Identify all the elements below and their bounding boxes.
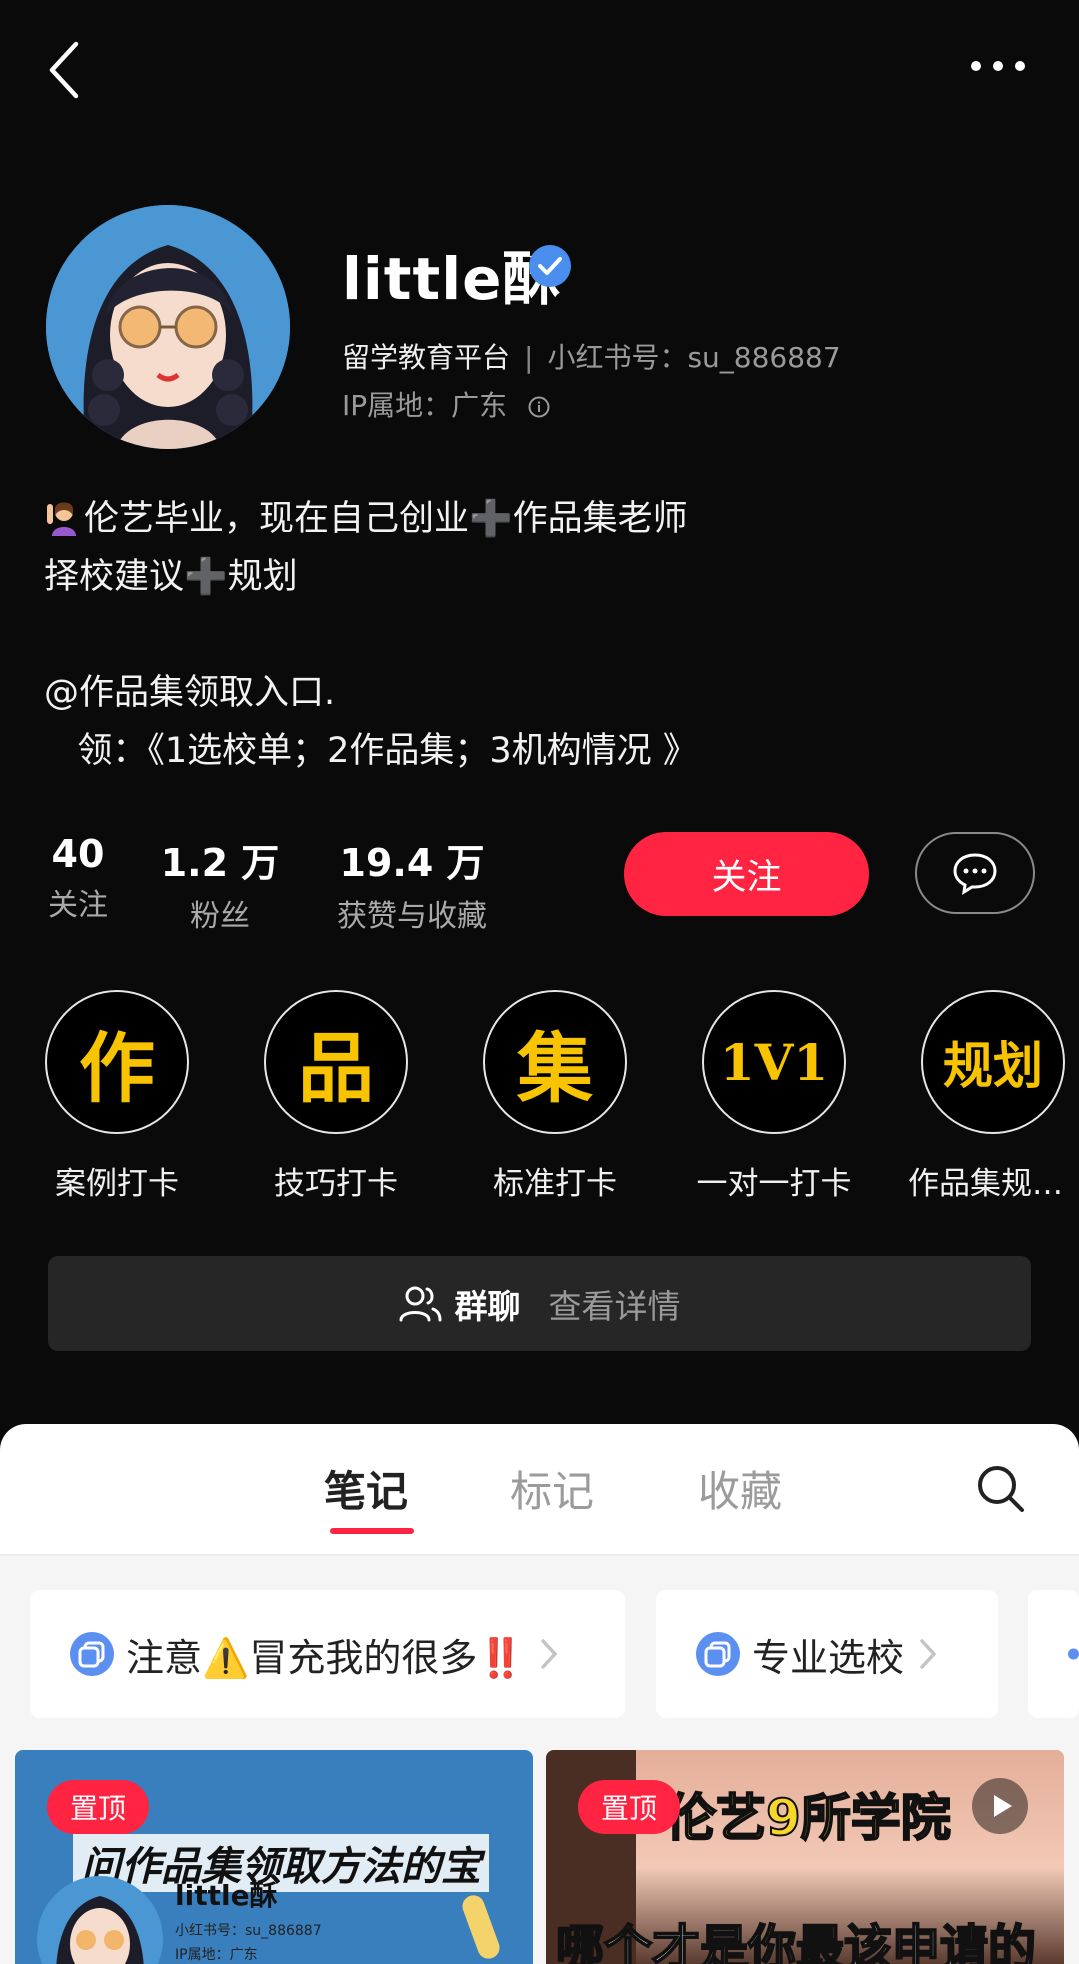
tab-notes[interactable]: 笔记 (324, 1458, 408, 1519)
note-cover-subtitle: 哪个才是你最该申请的 (555, 1919, 1037, 1964)
collection-icon (696, 1632, 740, 1676)
person-raising-hand-icon (47, 502, 76, 536)
bio-line2-text-b: 规划 (227, 557, 298, 597)
shortcut-tips[interactable]: 品 (264, 990, 408, 1134)
verified-icon (529, 245, 571, 287)
note-cover-username: little酥 (175, 1879, 278, 1912)
shortcut-label: 一对一打卡 (696, 1166, 852, 1202)
chevron-right-icon (540, 1639, 558, 1669)
stat-value: 19.4 万 (339, 841, 485, 885)
follow-button[interactable]: 关注 (624, 832, 869, 916)
shortcut-standard[interactable]: 集 (483, 990, 627, 1134)
stat-following[interactable]: 40 关注 (38, 832, 118, 924)
stat-label: 获赞与收藏 (337, 899, 487, 934)
shortcut-icon: 1V1 (702, 990, 846, 1134)
shortcut-case[interactable]: 作 (45, 990, 189, 1134)
collection-title: 专业选校 (752, 1635, 905, 1680)
play-icon[interactable] (972, 1778, 1028, 1834)
shortcut-label: 案例打卡 (55, 1166, 179, 1202)
collection-icon (70, 1632, 114, 1676)
stat-value: 40 (51, 832, 105, 876)
stat-label: 粉丝 (190, 899, 250, 934)
note-cover-title: 伦艺9所学院 (665, 1788, 952, 1848)
search-icon[interactable] (976, 1464, 1026, 1514)
message-button[interactable] (915, 832, 1035, 914)
bio-line4-text: 领：《1选校单；2作品集；3机构情况 》 (44, 731, 698, 771)
stat-value: 1.2 万 (160, 841, 280, 885)
shortcut-plan[interactable]: 规划 (921, 990, 1065, 1134)
plus-emoji: ➕ (184, 557, 228, 597)
red-id: 小红书号：su_886887 (547, 341, 841, 374)
ip-location-text: IP属地：广东 (342, 389, 508, 422)
collection-title: 注意⚠️冒充我的很多‼️ (126, 1635, 525, 1680)
bio-line2-text: 择校建议 (44, 557, 185, 597)
group-icon (399, 1286, 441, 1321)
shortcut-icon: 规划 (921, 990, 1065, 1134)
collection-icon (1068, 1648, 1079, 1660)
note-card[interactable]: 置顶 问作品集领取方法的宝 little酥 小红书号：su_886887 IP属… (15, 1750, 533, 1964)
group-chat-title: 群聊 (454, 1286, 521, 1326)
ip-location: IP属地：广东 (342, 384, 550, 424)
shortcut-label: 作品集规… (908, 1166, 1063, 1202)
profile-meta: 留学教育平台 | 小红书号：su_886887 (342, 341, 841, 374)
note-card[interactable]: 置顶 伦艺9所学院 哪个才是你最该申请的 (546, 1750, 1064, 1964)
tab-active-indicator (330, 1528, 414, 1534)
collection-card-partial[interactable] (1028, 1590, 1079, 1718)
bio-line3-text[interactable]: @作品集领取入口. (44, 673, 335, 713)
category-label: 留学教育平台 (342, 341, 511, 374)
chevron-right-icon (920, 1639, 937, 1669)
note-cover-red-id: 小红书号：su_886887 (175, 1923, 322, 1939)
tab-marks[interactable]: 标记 (510, 1458, 594, 1519)
shortcut-label: 技巧打卡 (274, 1166, 398, 1202)
shortcut-icon: 品 (264, 990, 408, 1134)
back-icon[interactable] (44, 40, 86, 100)
shortcut-icon: 集 (483, 990, 627, 1134)
info-icon[interactable] (528, 396, 550, 418)
avatar[interactable] (46, 205, 290, 449)
pinned-badge: 置顶 (578, 1780, 680, 1834)
bio-line1-text-b: 作品集老师 (512, 499, 688, 539)
group-chat-bar[interactable]: 群聊 查看详情 (48, 1256, 1031, 1351)
collection-card[interactable]: 专业选校 (656, 1590, 998, 1718)
bio: 伦艺毕业，现在自己创业➕作品集老师 择校建议➕规划 @作品集领取入口. 领：《1… (44, 490, 698, 780)
shortcut-icon: 作 (45, 990, 189, 1134)
stat-followers[interactable]: 1.2 万 粉丝 (155, 832, 285, 935)
note-cover-title: 问作品集领取方法的宝 (73, 1834, 489, 1892)
tab-collections[interactable]: 收藏 (698, 1458, 782, 1519)
stat-label: 关注 (48, 888, 108, 923)
shortcut-label: 标准打卡 (493, 1166, 617, 1202)
pinned-badge: 置顶 (47, 1780, 149, 1834)
plus-emoji: ➕ (469, 499, 513, 539)
note-cover-ip: IP属地：广东 (175, 1947, 258, 1963)
shortcut-1v1[interactable]: 1V1 (702, 990, 846, 1134)
more-icon[interactable] (968, 56, 1028, 76)
message-icon (953, 853, 997, 895)
group-chat-detail: 查看详情 (548, 1286, 681, 1326)
bio-line1-text: 伦艺毕业，现在自己创业 (84, 499, 470, 539)
note-cover-sticker (459, 1892, 503, 1962)
collection-card[interactable]: 注意⚠️冒充我的很多‼️ (30, 1590, 625, 1718)
stat-likes[interactable]: 19.4 万 获赞与收藏 (322, 832, 502, 935)
